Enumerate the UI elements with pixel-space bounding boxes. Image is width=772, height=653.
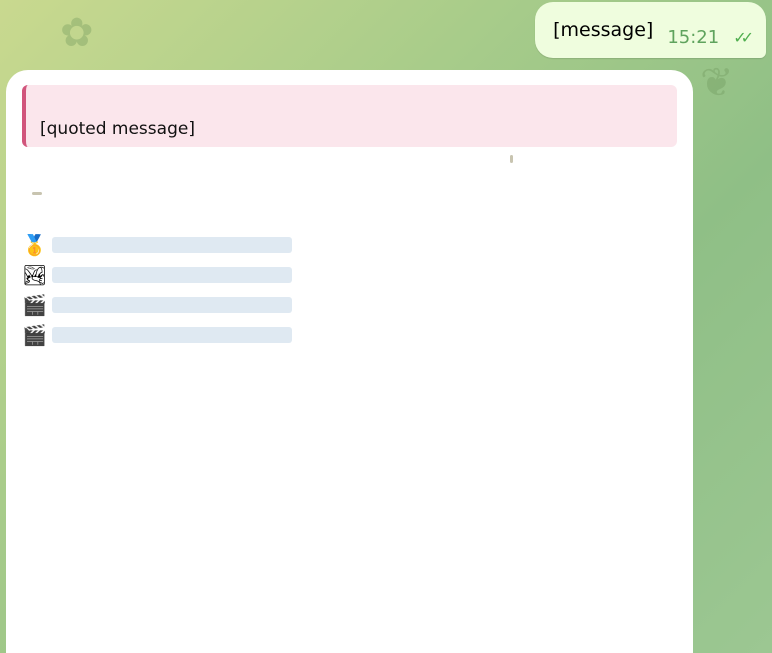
result-text-placeholder xyxy=(52,267,292,283)
reply-quote-text: [quoted message] xyxy=(40,119,195,139)
result-text-placeholder xyxy=(52,237,292,253)
result-text-placeholder xyxy=(52,327,292,343)
result-line[interactable]: 🥇 xyxy=(22,233,677,257)
reply-quote[interactable]: [quoted message] xyxy=(22,85,677,147)
background-doodle: ✿ xyxy=(60,10,94,56)
result-line[interactable]: 🎬 xyxy=(22,293,677,317)
media-preview xyxy=(22,147,677,227)
outgoing-message-bubble[interactable]: [message] 15:21 ✓✓ xyxy=(535,2,766,58)
medal-icon: 🥇 xyxy=(22,233,47,257)
outgoing-message-text: [message] xyxy=(553,19,654,41)
clapperboard-icon: 🎬 xyxy=(22,323,47,347)
search-results-list: 🥇 🏞 🎬 🎬 xyxy=(22,233,677,347)
double-check-icon: ✓✓ xyxy=(733,27,754,47)
landscape-icon: 🏞 xyxy=(22,263,48,287)
result-line[interactable]: 🎬 xyxy=(22,323,677,347)
clapperboard-icon: 🎬 xyxy=(22,293,47,317)
result-text-placeholder xyxy=(52,297,292,313)
incoming-message-bubble: [quoted message] 🥇 🏞 🎬 🎬 xyxy=(6,70,693,653)
message-time: 15:21 xyxy=(667,26,720,48)
result-line[interactable]: 🏞 xyxy=(22,263,677,287)
background-doodle: ❦ xyxy=(700,60,734,106)
